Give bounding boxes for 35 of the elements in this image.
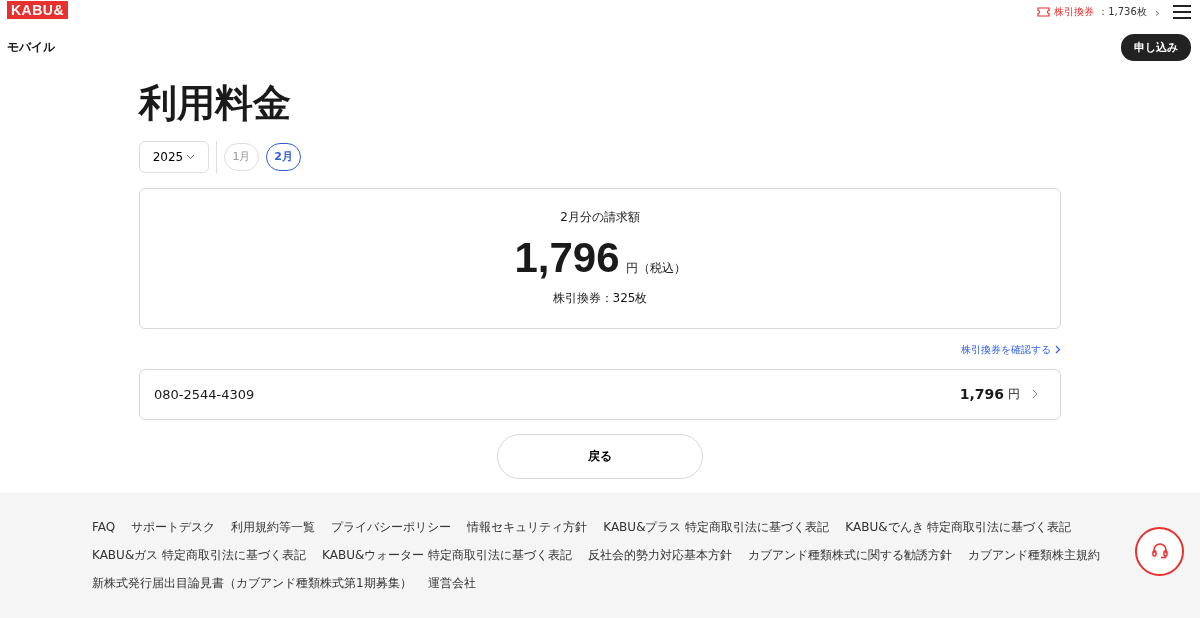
summary-heading: 2月分の請求額 [560, 208, 640, 226]
footer-link[interactable]: 情報セキュリティ方針 [467, 518, 588, 536]
footer-link[interactable]: KABU&でんき 特定商取引法に基づく表記 [845, 518, 1072, 536]
footer-link[interactable]: KABU&プラス 特定商取引法に基づく表記 [603, 518, 830, 536]
footer-link[interactable]: 利用規約等一覧 [231, 518, 316, 536]
chevron-right-icon [1032, 389, 1038, 400]
ticket-icon [1037, 7, 1051, 17]
footer-link[interactable]: FAQ [92, 518, 116, 536]
amount-unit: 円（税込） [625, 259, 686, 277]
chevron-down-icon [186, 153, 196, 160]
footer-link[interactable]: 反社会的勢力対応基本方針 [588, 546, 733, 564]
apply-button[interactable]: 申し込み [1121, 34, 1191, 61]
page-title: 利用料金 [139, 81, 292, 127]
footer-link[interactable]: KABU&ガス 特定商取引法に基づく表記 [92, 546, 307, 564]
logo[interactable]: KABU& [7, 1, 69, 19]
support-button[interactable] [1135, 526, 1184, 576]
ticket-count: 株引換券：325枚 [552, 289, 648, 307]
line-item[interactable]: 080-2544-4309 1,796 円 [139, 368, 1061, 420]
back-button[interactable]: 戻る [497, 433, 703, 479]
footer-link[interactable]: サポートデスク [131, 518, 216, 536]
chevron-right-icon [1055, 345, 1061, 355]
year-select[interactable]: 2025 [139, 140, 209, 173]
section-label: モバイル [7, 39, 55, 56]
footer-link[interactable]: カブアンド種類株主規約 [968, 546, 1101, 564]
footer-link[interactable]: KABU&ウォーター 特定商取引法に基づく表記 [322, 546, 573, 564]
ticket-link[interactable]: 株引換券 ：1,736枚 › [1037, 4, 1160, 20]
month-tab[interactable]: 2月 [266, 142, 301, 171]
footer-link[interactable]: カブアンド種類株式に関する勧誘方針 [748, 546, 953, 564]
footer-link[interactable]: プライバシーポリシー [331, 518, 452, 536]
amount: 1,796 [514, 233, 620, 282]
headset-icon [1150, 542, 1169, 561]
footer-link[interactable]: 新株式発行届出目論見書（カブアンド種類株式第1期募集） [92, 574, 412, 592]
footer-link[interactable]: 運営会社 [427, 574, 476, 592]
confirm-tickets-link[interactable]: 株引換券を確認する [961, 342, 1061, 357]
menu-icon[interactable] [1172, 4, 1192, 20]
